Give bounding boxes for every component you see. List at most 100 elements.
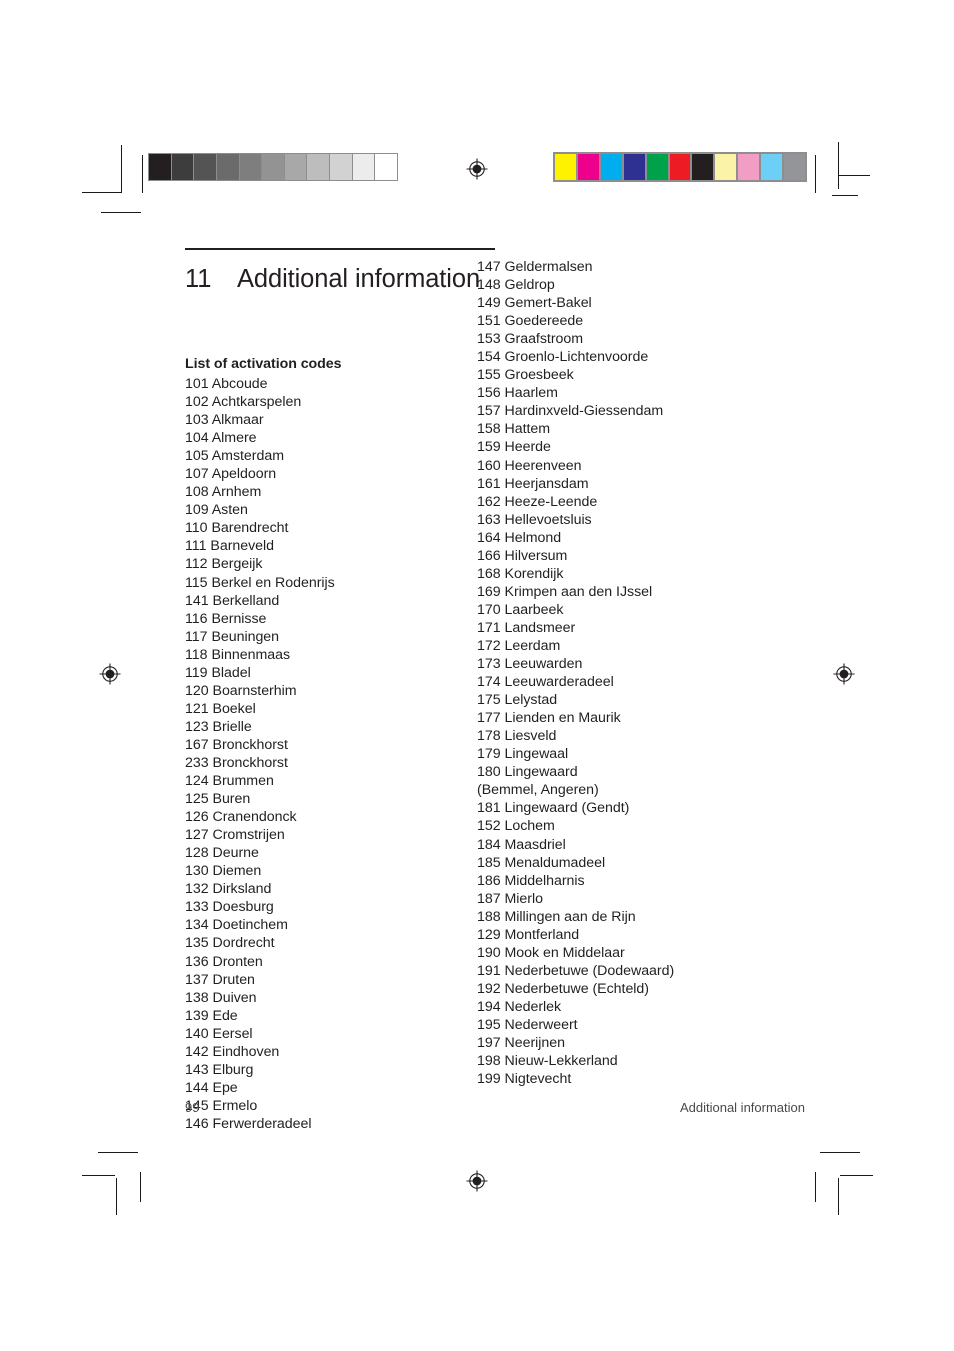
crop-mark-bottom-left-vertical — [116, 1178, 117, 1215]
activation-code-number: 107 — [185, 466, 209, 483]
activation-code-municipality: Beuningen — [211, 628, 280, 645]
section-subheading: List of activation codes — [185, 356, 342, 372]
crop-mark-top-left-horizontal — [82, 192, 122, 193]
activation-code-number: 105 — [185, 448, 209, 465]
activation-code-item: 192 Nederbetuwe (Echteld) — [477, 980, 805, 998]
activation-code-municipality: Achtkarspelen — [211, 394, 302, 411]
activation-code-item: 143 Elburg — [185, 1061, 475, 1079]
activation-code-item: 187 Mierlo — [477, 890, 805, 908]
activation-code-municipality: Druten — [212, 971, 255, 988]
crop-mark-top-right-horizontal-2 — [832, 195, 858, 196]
activation-code-item: 199 Nigtevecht — [477, 1070, 805, 1088]
activation-code-item: 127 Cromstrijen — [185, 826, 475, 844]
activation-code-item: 120 Boarnsterhim — [185, 682, 475, 700]
crop-mark-top-right-vertical-2 — [838, 142, 839, 189]
activation-code-item: 136 Dronten — [185, 953, 475, 971]
activation-code-item: 149 Gemert-Bakel — [477, 294, 805, 312]
activation-code-municipality: Nieuw-Lekkerland — [504, 1053, 618, 1070]
activation-code-municipality: Lelystad — [504, 692, 558, 709]
crop-mark-bottom-right-vertical-2 — [838, 1178, 839, 1215]
activation-code-number: 174 — [477, 674, 501, 691]
activation-code-municipality: Hardinxveld-Giessendam — [504, 403, 664, 420]
color-swatch-6 — [692, 154, 716, 180]
activation-code-item: 197 Neerijnen — [477, 1034, 805, 1052]
activation-code-municipality: Leerdam — [504, 637, 561, 654]
activation-code-item: 154 Groenlo-Lichtenvoorde — [477, 348, 805, 366]
activation-code-municipality: Haarlem — [504, 385, 558, 402]
chapter-number: 11 — [185, 264, 212, 293]
activation-code-municipality: Hilversum — [504, 547, 568, 564]
activation-code-municipality: Cromstrijen — [212, 827, 285, 844]
activation-code-item: 181 Lingewaard (Gendt) — [477, 799, 805, 817]
registration-mark-top — [466, 158, 488, 180]
activation-code-number: 155 — [477, 367, 501, 384]
activation-code-number: 195 — [477, 1016, 501, 1033]
activation-code-municipality: Nederlek — [504, 998, 562, 1015]
activation-code-number: 148 — [477, 277, 501, 294]
activation-code-item: 159 Heerde — [477, 438, 805, 456]
activation-code-municipality: Lingewaal — [504, 746, 569, 763]
activation-code-municipality: Diemen — [212, 863, 262, 880]
activation-code-item: 126 Cranendonck — [185, 808, 475, 826]
activation-code-municipality: Cranendonck — [212, 809, 297, 826]
activation-code-item: 178 Liesveld — [477, 727, 805, 745]
activation-code-municipality: Middelharnis — [504, 872, 585, 889]
activation-code-item: 121 Boekel — [185, 700, 475, 718]
activation-code-municipality: Asten — [211, 502, 248, 519]
activation-code-item: 104 Almere — [185, 429, 475, 447]
activation-code-number: 143 — [185, 1061, 209, 1078]
activation-code-number: 130 — [185, 863, 209, 880]
color-swatch-3 — [623, 154, 647, 180]
activation-code-item: 179 Lingewaal — [477, 745, 805, 763]
activation-code-number: 112 — [185, 556, 208, 573]
activation-code-number: 156 — [477, 385, 501, 402]
activation-code-item: 180 Lingewaard — [477, 763, 805, 781]
activation-code-municipality: Liesveld — [504, 728, 557, 745]
activation-code-item: 119 Bladel — [185, 664, 475, 682]
activation-code-number: 142 — [185, 1043, 209, 1060]
activation-code-municipality: Brielle — [212, 718, 252, 735]
activation-code-item: 102 Achtkarspelen — [185, 393, 475, 411]
activation-code-item: 170 Laarbeek — [477, 601, 805, 619]
activation-code-number: 190 — [477, 944, 501, 961]
page-number: 99 — [185, 1100, 200, 1115]
activation-code-item: 108 Arnhem — [185, 483, 475, 501]
activation-code-municipality: Heerjansdam — [504, 475, 589, 492]
activation-code-number: 102 — [185, 394, 209, 411]
activation-code-municipality: Lingewaard (Gendt) — [504, 800, 630, 817]
activation-code-number: 159 — [477, 439, 501, 456]
activation-code-item: 137 Druten — [185, 971, 475, 989]
activation-code-municipality: Dirksland — [212, 881, 272, 898]
activation-code-number: 108 — [185, 484, 209, 501]
activation-code-item: 140 Eersel — [185, 1025, 475, 1043]
activation-code-municipality: Nigtevecht — [504, 1071, 572, 1088]
color-swatch-8 — [738, 154, 762, 180]
code-column-left: List of activation codes 101 Abcoude 102 … — [185, 356, 475, 1133]
activation-code-number: 158 — [477, 421, 501, 438]
grey-step-swatch-5 — [262, 154, 285, 180]
activation-code-municipality: Heerenveen — [504, 457, 582, 474]
activation-code-item: 173 Leeuwarden — [477, 655, 805, 673]
activation-code-item: (Bemmel, Angeren) — [477, 781, 805, 799]
activation-code-number: 168 — [477, 565, 501, 582]
code-column-right: 147 Geldermalsen 148 Geldrop 149 Gemert-Ba… — [477, 258, 805, 1088]
activation-code-number: 152 — [477, 818, 501, 835]
activation-code-item: 138 Duiven — [185, 989, 475, 1007]
activation-code-municipality: Lochem — [504, 818, 555, 835]
activation-code-item: 160 Heerenveen — [477, 457, 805, 475]
activation-code-municipality: Deurne — [212, 845, 259, 862]
activation-code-number: 134 — [185, 917, 209, 934]
activation-code-item: 163 Hellevoetsluis — [477, 511, 805, 529]
crop-mark-top-right-horizontal — [838, 175, 870, 176]
activation-code-municipality: Almere — [211, 430, 257, 447]
activation-code-municipality: Groenlo-Lichtenvoorde — [504, 349, 649, 366]
activation-code-municipality: Hattem — [504, 421, 551, 438]
activation-code-municipality: Lienden en Maurik — [504, 710, 621, 727]
crop-mark-bottom-left-horizontal-2 — [82, 1175, 115, 1176]
activation-code-item: 132 Dirksland — [185, 880, 475, 898]
grayscale-step-wedge — [148, 153, 398, 181]
registration-mark-right — [833, 663, 855, 685]
activation-code-number: 109 — [185, 502, 209, 519]
activation-code-number: 123 — [185, 718, 209, 735]
activation-code-item: 153 Graafstroom — [477, 330, 805, 348]
